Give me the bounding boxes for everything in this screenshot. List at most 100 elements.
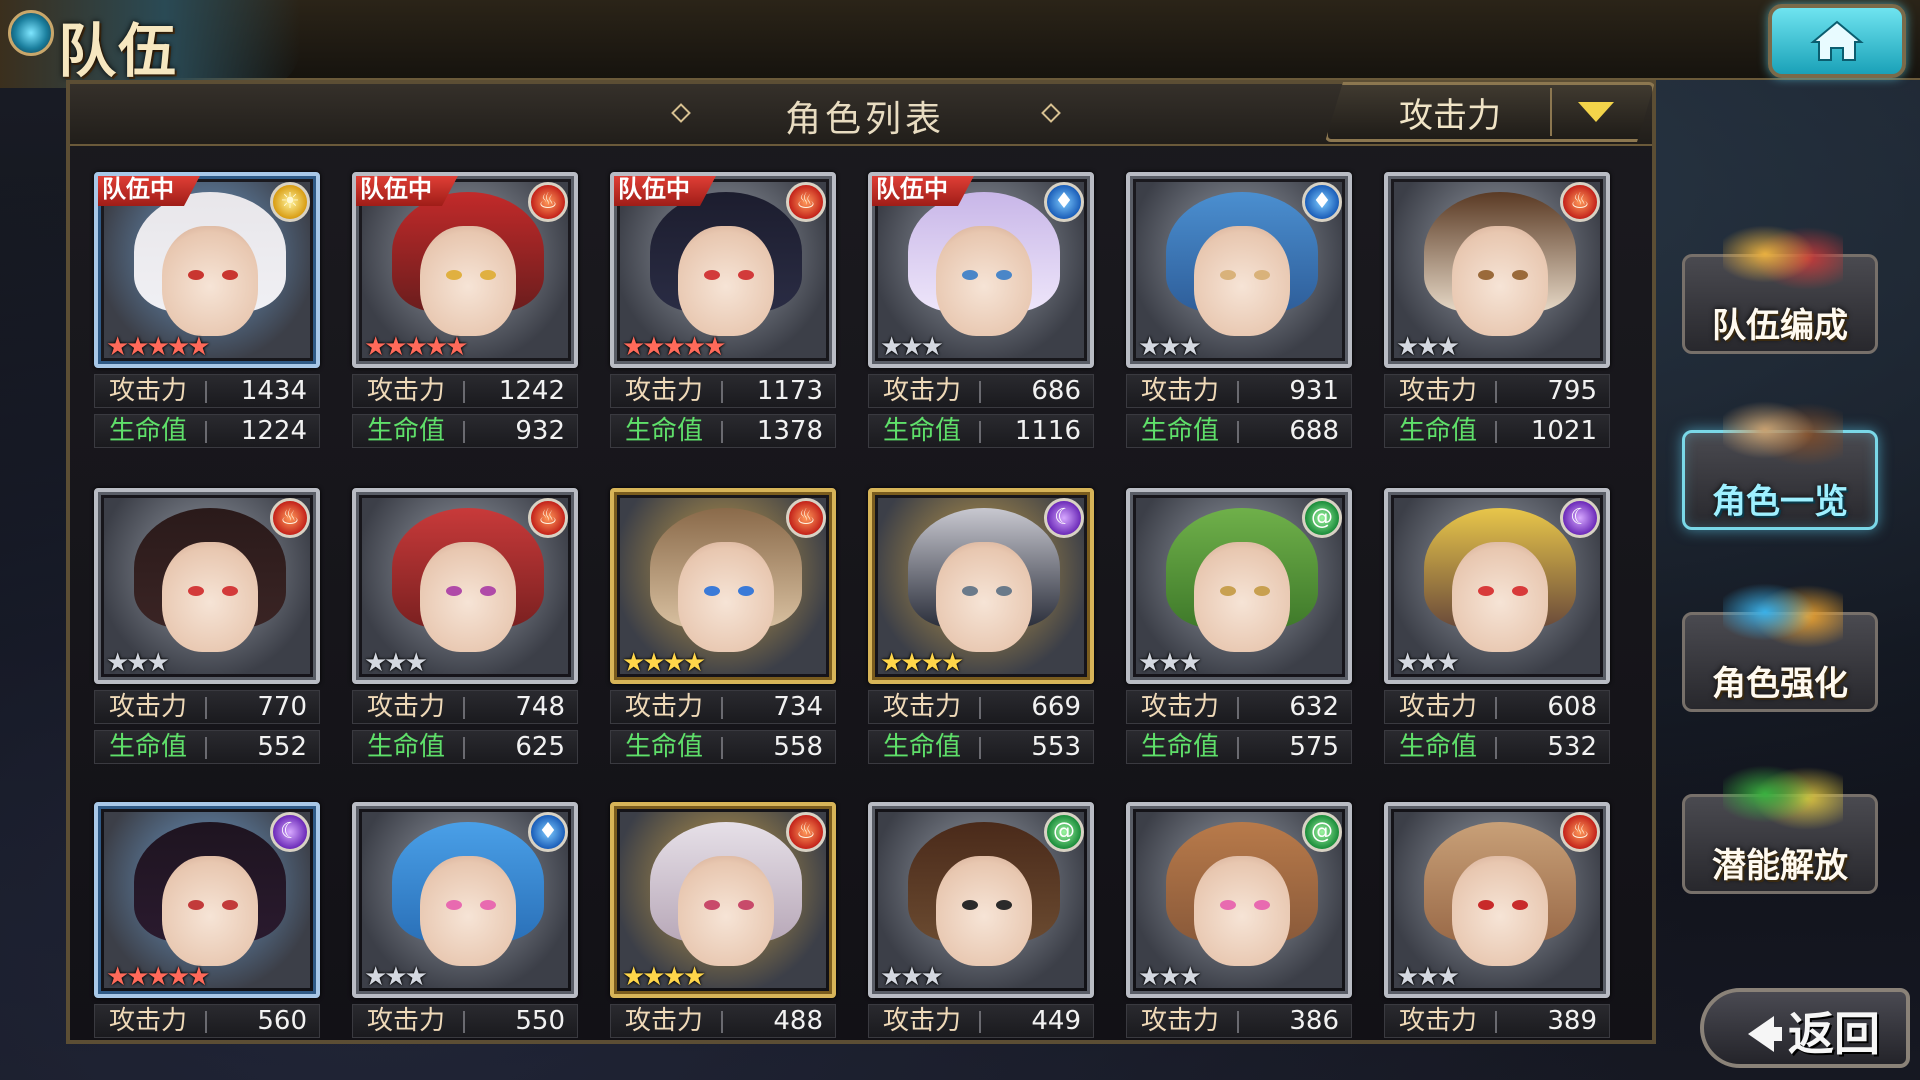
stat-separator <box>979 1011 981 1033</box>
character-eye <box>704 270 720 280</box>
back-button[interactable]: 返回 <box>1700 988 1910 1068</box>
potential-unlock-button[interactable]: 潜能解放 <box>1682 749 1878 894</box>
character-card[interactable]: ♨ ★★★★ 攻击力 734 生命值 558 <box>610 488 836 764</box>
character-portrait[interactable]: ♦ ★★★ <box>352 802 578 998</box>
dark-element-icon: ☾ <box>270 812 310 852</box>
fire-element-icon: ♨ <box>786 182 826 222</box>
rarity-stars: ★★★ <box>1138 648 1202 678</box>
character-portrait[interactable]: ☾ ★★★ <box>1384 488 1610 684</box>
character-card[interactable]: ♨ ★★★ 攻击力 795 生命值 1021 <box>1384 172 1610 448</box>
title-plate: 队伍 <box>0 0 300 88</box>
character-face <box>162 856 258 966</box>
character-portrait[interactable]: 队伍中 ♨ ★★★★★ <box>610 172 836 368</box>
fire-element-icon: ♨ <box>1560 182 1600 222</box>
character-eye <box>222 900 238 910</box>
character-face <box>420 542 516 652</box>
stat-separator <box>721 421 723 443</box>
character-card[interactable]: @ ★★★ 攻击力 449 <box>868 802 1094 1038</box>
attack-stat-label: 攻击力 <box>1399 692 1478 722</box>
character-eye <box>188 586 204 596</box>
character-portrait[interactable]: @ ★★★ <box>1126 802 1352 998</box>
character-portrait[interactable]: ♨ ★★★ <box>1384 802 1610 998</box>
character-card[interactable]: @ ★★★ 攻击力 386 <box>1126 802 1352 1038</box>
character-face <box>1194 542 1290 652</box>
character-portrait[interactable]: ♨ ★★★ <box>94 488 320 684</box>
character-eye <box>996 900 1012 910</box>
wind-element-icon: @ <box>1302 498 1342 538</box>
character-portrait[interactable]: 队伍中 ♨ ★★★★★ <box>352 172 578 368</box>
character-face <box>1452 542 1548 652</box>
character-card[interactable]: ☾ ★★★★ 攻击力 669 生命值 553 <box>868 488 1094 764</box>
character-eye <box>962 900 978 910</box>
character-portrait[interactable]: ♦ ★★★ <box>1126 172 1352 368</box>
character-portrait[interactable]: 队伍中 ♦ ★★★ <box>868 172 1094 368</box>
chevron-down-icon[interactable] <box>1578 102 1614 122</box>
character-eye <box>738 900 754 910</box>
hp-stat-label: 生命值 <box>625 732 704 762</box>
attack-stat-value: 1173 <box>756 376 823 406</box>
stat-separator <box>205 1011 207 1033</box>
in-team-badge: 队伍中 <box>868 172 976 206</box>
character-card[interactable]: ♨ ★★★★ 攻击力 488 <box>610 802 836 1038</box>
character-eye <box>188 900 204 910</box>
attack-stat-label: 攻击力 <box>625 692 704 722</box>
stat-separator <box>463 697 465 719</box>
side-menu-label: 角色一览 <box>1712 482 1848 522</box>
character-portrait[interactable]: @ ★★★ <box>1126 488 1352 684</box>
hp-stat-label: 生命值 <box>883 732 962 762</box>
character-card[interactable]: @ ★★★ 攻击力 632 生命值 575 <box>1126 488 1352 764</box>
fire-element-icon: ♨ <box>1560 812 1600 852</box>
team-formation-button[interactable]: 队伍编成 <box>1682 209 1878 354</box>
character-portrait[interactable]: ♨ ★★★ <box>352 488 578 684</box>
character-card[interactable]: ♨ ★★★ 攻击力 770 生命值 552 <box>94 488 320 764</box>
character-portrait[interactable]: ☾ ★★★★★ <box>94 802 320 998</box>
rarity-stars: ★★★ <box>106 648 170 678</box>
attack-stat-label: 攻击力 <box>1399 376 1478 406</box>
character-portrait[interactable]: 队伍中 ☀ ★★★★★ <box>94 172 320 368</box>
character-eye <box>1512 900 1528 910</box>
character-card[interactable]: 队伍中 ☀ ★★★★★ 攻击力 1434 生命值 1224 <box>94 172 320 448</box>
attack-stat: 攻击力 632 <box>1126 690 1352 724</box>
hp-stat-label: 生命值 <box>367 416 446 446</box>
attack-stat: 攻击力 550 <box>352 1004 578 1038</box>
in-team-badge: 队伍中 <box>610 172 718 206</box>
hp-stat: 生命值 558 <box>610 730 836 764</box>
wind-element-icon: @ <box>1044 812 1084 852</box>
fire-element-icon: ♨ <box>270 498 310 538</box>
character-card[interactable]: 队伍中 ♨ ★★★★★ 攻击力 1242 生命值 932 <box>352 172 578 448</box>
character-list-button[interactable]: 角色一览 <box>1682 385 1878 530</box>
rarity-stars: ★★★★ <box>880 648 964 678</box>
water-element-icon: ♦ <box>1302 182 1342 222</box>
character-eye <box>188 270 204 280</box>
character-card[interactable]: ☾ ★★★★★ 攻击力 560 <box>94 802 320 1038</box>
character-card[interactable]: ♦ ★★★ 攻击力 931 生命值 688 <box>1126 172 1352 448</box>
attack-stat: 攻击力 686 <box>868 374 1094 408</box>
home-button[interactable] <box>1768 4 1906 78</box>
character-portrait[interactable]: ♨ ★★★★ <box>610 802 836 998</box>
character-enhance-button[interactable]: 角色强化 <box>1682 567 1878 712</box>
attack-stat-value: 449 <box>1031 1006 1081 1036</box>
character-eye <box>480 900 496 910</box>
character-card[interactable]: 队伍中 ♨ ★★★★★ 攻击力 1173 生命值 1378 <box>610 172 836 448</box>
character-portrait[interactable]: ☾ ★★★★ <box>868 488 1094 684</box>
attack-stat: 攻击力 669 <box>868 690 1094 724</box>
attack-stat: 攻击力 770 <box>94 690 320 724</box>
dark-element-icon: ☾ <box>1560 498 1600 538</box>
attack-stat-label: 攻击力 <box>1141 692 1220 722</box>
character-card[interactable]: ☾ ★★★ 攻击力 608 生命值 532 <box>1384 488 1610 764</box>
character-card[interactable]: ♨ ★★★ 攻击力 748 生命值 625 <box>352 488 578 764</box>
in-team-badge: 队伍中 <box>94 172 202 206</box>
character-card[interactable]: ♨ ★★★ 攻击力 389 <box>1384 802 1610 1038</box>
attack-stat: 攻击力 1242 <box>352 374 578 408</box>
character-card[interactable]: 队伍中 ♦ ★★★ 攻击力 686 生命值 1116 <box>868 172 1094 448</box>
character-portrait[interactable]: ♨ ★★★★ <box>610 488 836 684</box>
hp-stat-value: 1116 <box>1014 416 1081 446</box>
character-portrait[interactable]: @ ★★★ <box>868 802 1094 998</box>
hp-stat-value: 1378 <box>756 416 823 446</box>
character-card[interactable]: ♦ ★★★ 攻击力 550 <box>352 802 578 1038</box>
character-eye <box>480 586 496 596</box>
attack-stat-value: 560 <box>257 1006 307 1036</box>
sort-dropdown-value[interactable]: 攻击力 <box>1360 88 1540 137</box>
character-portrait[interactable]: ♨ ★★★ <box>1384 172 1610 368</box>
hp-stat-value: 1224 <box>240 416 307 446</box>
